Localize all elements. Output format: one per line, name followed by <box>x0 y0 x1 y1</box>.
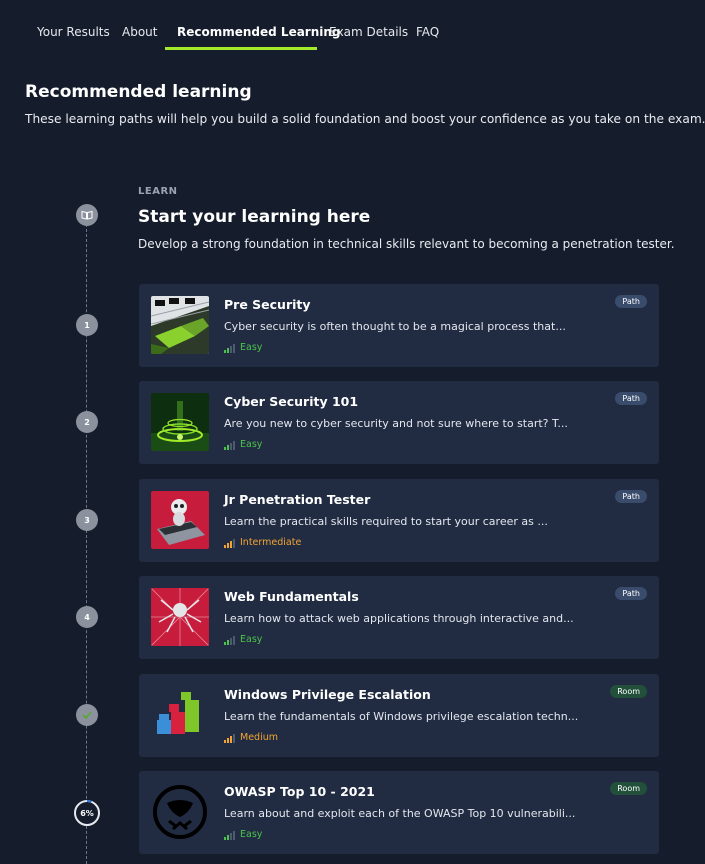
difficulty-bars-icon <box>224 441 235 450</box>
type-badge: Path <box>615 295 647 308</box>
difficulty-label: Easy <box>240 634 263 645</box>
type-badge: Path <box>615 392 647 405</box>
tab-exam-details[interactable]: Exam Details <box>329 25 408 39</box>
card-description: Learn how to attack web applications thr… <box>224 612 574 625</box>
card-description: Learn about and exploit each of the OWAS… <box>224 807 576 820</box>
difficulty-label: Easy <box>240 829 263 840</box>
book-icon <box>76 204 98 226</box>
timeline-step-node: 3 <box>76 509 98 531</box>
difficulty-label: Medium <box>240 732 278 743</box>
difficulty-indicator: Easy <box>224 342 262 353</box>
tab-recommended-learning[interactable]: Recommended Learning <box>177 25 341 39</box>
difficulty-bars-icon <box>224 636 235 645</box>
card-title: Web Fundamentals <box>224 589 359 604</box>
learning-card-windows-privilege-escalation[interactable]: Windows Privilege Escalation Learn the f… <box>139 674 659 757</box>
cyber-security-101-thumbnail <box>151 393 209 451</box>
tab-faq[interactable]: FAQ <box>416 25 439 39</box>
card-title: Pre Security <box>224 297 311 312</box>
section-kicker: LEARN <box>138 186 178 197</box>
difficulty-indicator: Easy <box>224 829 262 840</box>
progress-node: 6% <box>74 800 100 826</box>
learning-card-pre-security[interactable]: Pre Security Cyber security is often tho… <box>139 284 659 367</box>
type-badge: Path <box>615 490 647 503</box>
difficulty-bars-icon <box>224 344 235 353</box>
learning-card-web-fundamentals[interactable]: Web Fundamentals Learn how to attack web… <box>139 576 659 659</box>
card-title: Windows Privilege Escalation <box>224 687 431 702</box>
windows-privesc-thumbnail <box>151 686 209 744</box>
card-description: Cyber security is often thought to be a … <box>224 320 566 333</box>
learning-card-cyber-security-101[interactable]: Cyber Security 101 Are you new to cyber … <box>139 381 659 464</box>
card-title: Jr Penetration Tester <box>224 492 371 507</box>
page-title: Recommended learning <box>25 82 252 102</box>
card-description: Learn the fundamentals of Windows privil… <box>224 710 579 723</box>
type-badge: Room <box>610 685 647 698</box>
type-badge: Room <box>610 782 647 795</box>
difficulty-label: Easy <box>240 439 263 450</box>
difficulty-label: Intermediate <box>240 537 302 548</box>
difficulty-bars-icon <box>224 734 235 743</box>
card-title: OWASP Top 10 - 2021 <box>224 784 375 799</box>
active-tab-indicator <box>165 47 317 50</box>
check-icon <box>76 704 98 726</box>
page-subtitle: These learning paths will help you build… <box>25 112 705 126</box>
card-title: Cyber Security 101 <box>224 394 359 409</box>
tab-your-results[interactable]: Your Results <box>37 25 110 39</box>
difficulty-bars-icon <box>224 539 235 548</box>
pre-security-thumbnail <box>151 296 209 354</box>
card-description: Are you new to cyber security and not su… <box>224 417 568 430</box>
difficulty-indicator: Easy <box>224 634 262 645</box>
jr-pentester-thumbnail <box>151 491 209 549</box>
section-title: Start your learning here <box>138 207 371 227</box>
learning-card-jr-penetration-tester[interactable]: Jr Penetration Tester Learn the practica… <box>139 479 659 562</box>
timeline-step-node: 2 <box>76 411 98 433</box>
difficulty-indicator: Intermediate <box>224 537 301 548</box>
timeline-step-node: 4 <box>76 606 98 628</box>
timeline-step-node: 1 <box>76 314 98 336</box>
web-fundamentals-thumbnail <box>151 588 209 646</box>
learning-card-owasp-top-10[interactable]: OWASP Top 10 - 2021 Learn about and expl… <box>139 771 659 854</box>
difficulty-indicator: Medium <box>224 732 278 743</box>
type-badge: Path <box>615 587 647 600</box>
card-description: Learn the practical skills required to s… <box>224 515 548 528</box>
difficulty-indicator: Easy <box>224 439 262 450</box>
difficulty-bars-icon <box>224 831 235 840</box>
tab-about[interactable]: About <box>122 25 157 39</box>
difficulty-label: Easy <box>240 342 263 353</box>
section-description: Develop a strong foundation in technical… <box>138 237 675 251</box>
owasp-thumbnail <box>151 783 209 841</box>
tab-bar: Your Results About Recommended Learning … <box>0 0 705 52</box>
